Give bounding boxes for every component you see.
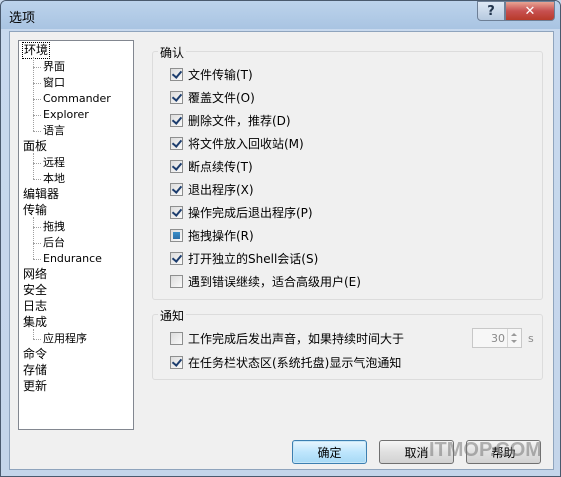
tree-item[interactable]: 命令 [23, 347, 47, 362]
tree-item[interactable]: 日志 [23, 299, 47, 314]
tree-item[interactable]: 拖拽 [43, 219, 65, 234]
tree-connector [33, 227, 41, 228]
duration-stepper[interactable]: 30 [472, 328, 522, 348]
close-icon[interactable]: ✕ [505, 1, 555, 21]
confirm-checkbox[interactable] [170, 67, 183, 81]
confirm-option[interactable]: 将文件放入回收站(M) [170, 135, 304, 151]
tree-connector [33, 83, 41, 84]
confirm-option-label: 退出程序(X) [188, 182, 254, 197]
confirm-option[interactable]: 打开独立的Shell会话(S) [170, 250, 318, 266]
dialog-body: 环境 界面 窗口 Commander Explorer 语言 面板 远程 本地 编辑器 传输 拖拽 后台… [9, 31, 554, 470]
confirm-option-label: 打开独立的Shell会话(S) [188, 251, 319, 266]
spin-down-icon[interactable] [511, 340, 517, 343]
tree-item[interactable]: Commander [43, 91, 111, 106]
tree-item[interactable]: 远程 [43, 155, 65, 170]
tree-connector [33, 153, 34, 179]
tree-connector [33, 243, 41, 244]
tree-item[interactable]: 界面 [43, 59, 65, 74]
tree-item[interactable]: 本地 [43, 171, 65, 186]
tree-connector [33, 67, 41, 68]
tree-connector [33, 217, 34, 259]
tree-item[interactable]: 面板 [23, 139, 47, 154]
tray-checkbox[interactable] [170, 355, 183, 369]
tree-item[interactable]: 后台 [43, 235, 65, 250]
tree-item[interactable]: 传输 [23, 203, 47, 218]
sound-checkbox[interactable] [170, 331, 183, 345]
confirm-checkbox[interactable] [170, 136, 183, 150]
confirm-option-label: 操作完成后退出程序(P) [188, 205, 313, 220]
confirm-option[interactable]: 拖拽操作(R) [170, 227, 254, 243]
confirm-option-label: 遇到错误继续，适合高级用户(E) [188, 274, 361, 289]
window-title: 选项 [9, 11, 36, 26]
tree-item[interactable]: 语言 [43, 123, 65, 138]
tree-item[interactable]: 安全 [23, 283, 47, 298]
confirm-checkbox[interactable] [170, 159, 183, 173]
tree-item[interactable]: 编辑器 [23, 187, 59, 202]
title-bar: 选项 ? ✕ [1, 1, 560, 29]
confirm-option[interactable]: 删除文件，推荐(D) [170, 112, 291, 128]
tree-item[interactable]: 环境 [21, 42, 51, 59]
confirm-group-title: 确认 [158, 44, 187, 61]
tray-label: 在任务栏状态区(系统托盘)显示气泡通知 [188, 355, 402, 370]
confirm-option-label: 断点续传(T) [188, 159, 253, 174]
spin-up-icon[interactable] [511, 333, 517, 336]
ok-button[interactable]: 确定 [292, 440, 367, 464]
duration-unit: s [528, 332, 534, 345]
sound-label: 工作完成后发出声音，如果持续时间大于 [188, 331, 405, 346]
tree-connector [33, 339, 41, 340]
tree-connector [33, 259, 41, 260]
confirm-option[interactable]: 文件传输(T) [170, 66, 253, 82]
tree-connector [33, 99, 41, 100]
confirm-option-label: 文件传输(T) [188, 67, 253, 82]
help-icon[interactable]: ? [477, 1, 505, 21]
tree-connector [33, 57, 34, 131]
tree-connector [33, 131, 41, 132]
tray-option[interactable]: 在任务栏状态区(系统托盘)显示气泡通知 [170, 354, 401, 370]
tree-item[interactable]: 更新 [23, 379, 47, 394]
tree-item[interactable]: Endurance [43, 251, 102, 266]
tree-connector [33, 163, 41, 164]
tree-item[interactable]: 网络 [23, 267, 47, 282]
confirm-option-label: 覆盖文件(O) [188, 90, 255, 105]
confirm-option[interactable]: 操作完成后退出程序(P) [170, 204, 313, 220]
tree-item[interactable]: 窗口 [43, 75, 65, 90]
tree-item[interactable]: Explorer [43, 107, 89, 122]
notify-group-title: 通知 [158, 307, 187, 324]
confirm-option[interactable]: 覆盖文件(O) [170, 89, 255, 105]
confirm-checkbox[interactable] [170, 90, 183, 104]
sound-option[interactable]: 工作完成后发出声音，如果持续时间大于 [170, 330, 404, 346]
confirm-checkbox[interactable] [170, 228, 183, 242]
duration-value: 30 [491, 332, 505, 345]
confirm-checkbox[interactable] [170, 251, 183, 265]
confirm-option[interactable]: 遇到错误继续，适合高级用户(E) [170, 273, 361, 289]
confirm-checkbox[interactable] [170, 205, 183, 219]
tree-item[interactable]: 应用程序 [43, 331, 87, 346]
tree-connector [33, 179, 41, 180]
tree-connector [33, 329, 34, 339]
confirm-option[interactable]: 退出程序(X) [170, 181, 254, 197]
tree-item[interactable]: 存储 [23, 363, 47, 378]
duration-spin-buttons[interactable] [507, 329, 521, 347]
tree-item[interactable]: 集成 [23, 315, 47, 330]
confirm-option-label: 将文件放入回收站(M) [188, 136, 304, 151]
confirm-checkbox[interactable] [170, 274, 183, 288]
confirm-checkbox[interactable] [170, 113, 183, 127]
confirm-option[interactable]: 断点续传(T) [170, 158, 253, 174]
options-dialog: 选项 ? ✕ 环境 界面 窗口 Commander Explorer 语言 面板 远程 本地 编辑… [0, 0, 561, 477]
options-tree[interactable]: 环境 界面 窗口 Commander Explorer 语言 面板 远程 本地 编辑器 传输 拖拽 后台… [18, 40, 134, 430]
confirm-checkbox[interactable] [170, 182, 183, 196]
watermark: ITMOP.COM [429, 439, 542, 461]
tree-connector [33, 115, 41, 116]
confirm-option-label: 删除文件，推荐(D) [188, 113, 291, 128]
confirm-option-label: 拖拽操作(R) [188, 228, 254, 243]
